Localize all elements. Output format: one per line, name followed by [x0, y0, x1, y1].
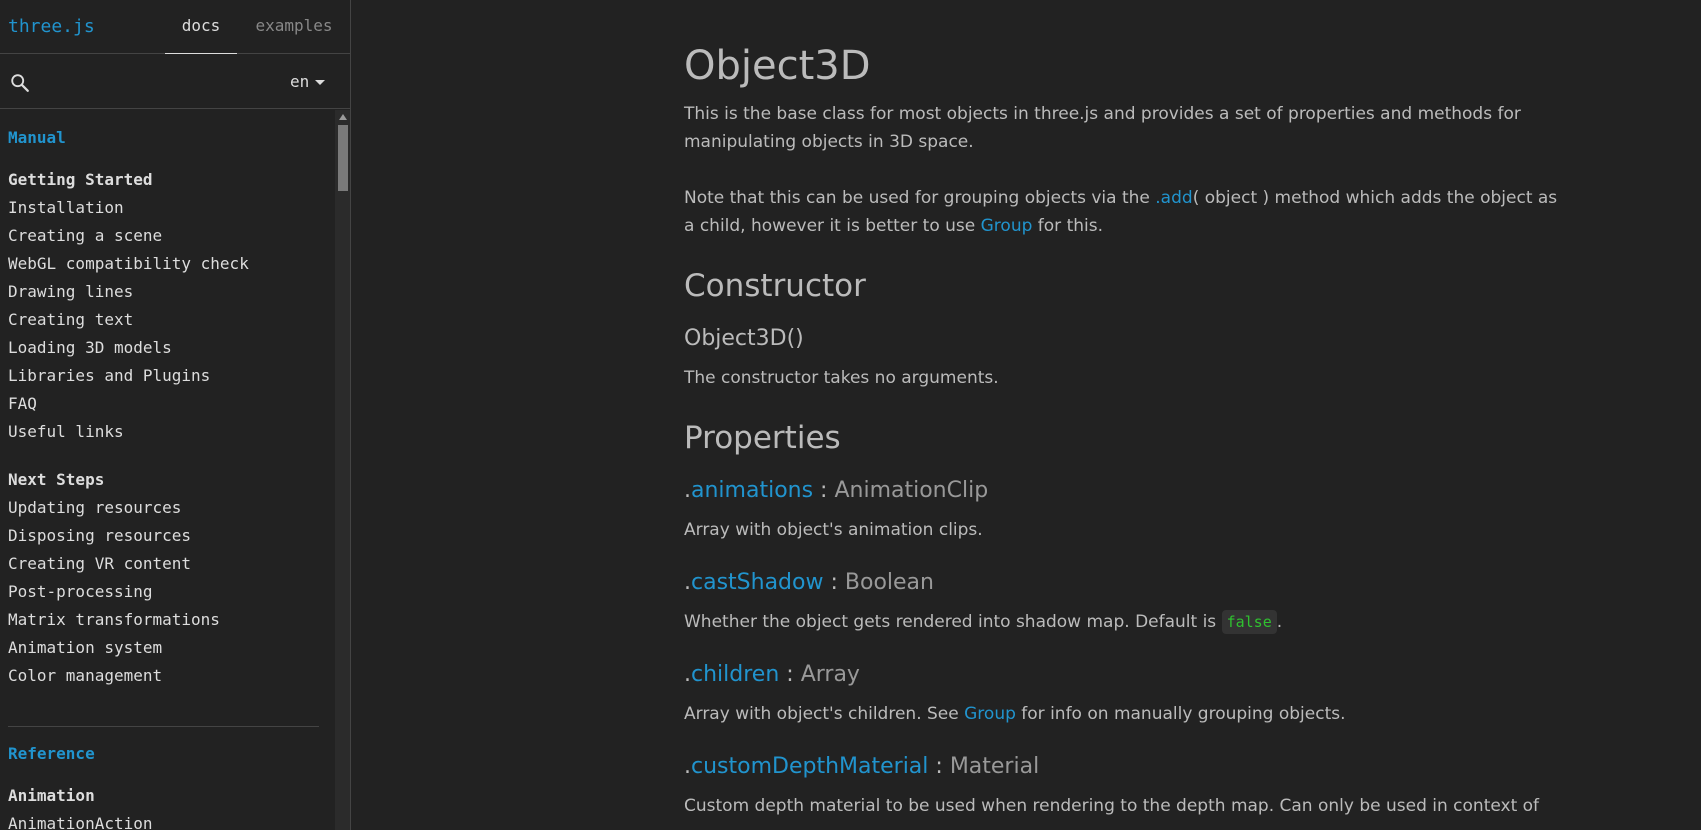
search-bar: en [0, 55, 350, 109]
property-heading: .customDepthMaterial : Material [684, 754, 1039, 779]
property-desc-text: for info on manually grouping objects. [1015, 704, 1346, 724]
property-name-link[interactable]: castShadow [691, 570, 823, 595]
search-input[interactable] [38, 67, 278, 97]
sidebar-divider [8, 726, 319, 727]
sidebar-section-reference[interactable]: Reference [8, 744, 95, 763]
sidebar-group-title: Next Steps [8, 470, 105, 489]
page-title: Object3D [684, 43, 871, 89]
sidebar-group-title: Animation [8, 786, 95, 805]
sidebar-item-disposing-resources[interactable]: Disposing resources [8, 526, 191, 545]
group-link[interactable]: Group [964, 704, 1016, 724]
property-heading: .animations : AnimationClip [684, 478, 988, 503]
sidebar-item-creating-a-scene[interactable]: Creating a scene [8, 226, 162, 245]
scroll-up-icon[interactable] [339, 114, 347, 120]
property-desc-text: . [1276, 612, 1283, 632]
property-description: Custom depth material to be used when re… [684, 796, 1540, 816]
property-type: AnimationClip [834, 478, 989, 503]
note-paragraph: Note that this can be used for grouping … [684, 184, 1564, 240]
property-separator: : [928, 754, 950, 779]
sidebar-item-useful-links[interactable]: Useful links [8, 422, 124, 441]
sidebar-item-color-management[interactable]: Color management [8, 666, 162, 685]
sidebar-item-post-processing[interactable]: Post-processing [8, 582, 153, 601]
sidebar-item-matrix-transformations[interactable]: Matrix transformations [8, 610, 220, 629]
note-text: Note that this can be used for grouping … [684, 188, 1156, 208]
sidebar-item-animation-system[interactable]: Animation system [8, 638, 162, 657]
language-value: en [290, 72, 310, 91]
property-heading: .castShadow : Boolean [684, 570, 934, 595]
property-dot: . [684, 754, 691, 779]
code-false: false [1221, 610, 1277, 634]
property-separator: : [823, 570, 845, 595]
intro-paragraph: This is the base class for most objects … [684, 104, 1521, 152]
sidebar-item-installation[interactable]: Installation [8, 198, 124, 217]
property-desc-text: Array with object's children. See [684, 704, 965, 724]
sidebar-item-updating-resources[interactable]: Updating resources [8, 498, 181, 517]
property-dot: . [684, 570, 691, 595]
language-select[interactable]: en [290, 72, 340, 94]
properties-heading: Properties [684, 420, 841, 456]
chevron-down-icon [315, 80, 326, 85]
scrollbar-thumb[interactable] [338, 125, 348, 191]
property-description: Array with object's children. See Group … [684, 700, 1564, 728]
property-dot: . [684, 662, 691, 687]
property-description: Whether the object gets rendered into sh… [684, 608, 1564, 636]
property-type: Boolean [844, 570, 934, 595]
sidebar-section-manual[interactable]: Manual [8, 128, 66, 147]
property-type: Material [949, 754, 1040, 779]
sidebar-header: three.js docs examples [0, 0, 350, 54]
tab-docs[interactable]: docs [165, 0, 237, 54]
sidebar-nav: Manual Getting Started Installation Crea… [0, 110, 335, 830]
constructor-heading: Constructor [684, 268, 866, 304]
property-name-link[interactable]: children [691, 662, 779, 687]
sidebar-item-libraries-plugins[interactable]: Libraries and Plugins [8, 366, 210, 385]
add-method-link[interactable]: .add [1155, 188, 1192, 208]
sidebar: three.js docs examples en Manual Getting… [0, 0, 351, 830]
property-dot: . [684, 478, 691, 503]
sidebar-item-loading-3d-models[interactable]: Loading 3D models [8, 338, 172, 357]
sidebar-item-creating-vr-content[interactable]: Creating VR content [8, 554, 191, 573]
sidebar-group-title: Getting Started [8, 170, 153, 189]
sidebar-item-faq[interactable]: FAQ [8, 394, 37, 413]
note-text: for this. [1032, 216, 1103, 236]
property-name-link[interactable]: animations [691, 478, 813, 503]
property-name-link[interactable]: customDepthMaterial [691, 754, 928, 779]
constructor-description: The constructor takes no arguments. [684, 368, 999, 388]
property-desc-text: Whether the object gets rendered into sh… [684, 612, 1222, 632]
property-type: Array [800, 662, 860, 687]
main-content: Object3D This is the base class for most… [352, 0, 1701, 830]
search-icon[interactable] [9, 72, 31, 94]
group-link[interactable]: Group [981, 216, 1033, 236]
constructor-signature: Object3D() [684, 326, 804, 351]
tab-examples[interactable]: examples [250, 0, 338, 54]
property-separator: : [813, 478, 835, 503]
sidebar-item-animation-action[interactable]: AnimationAction [8, 814, 153, 830]
property-description: Array with object's animation clips. [684, 520, 983, 540]
sidebar-scrollbar[interactable] [335, 110, 350, 830]
property-heading: .children : Array [684, 662, 860, 687]
sidebar-item-creating-text[interactable]: Creating text [8, 310, 133, 329]
property-separator: : [779, 662, 801, 687]
sidebar-item-webgl-check[interactable]: WebGL compatibility check [8, 254, 249, 273]
sidebar-item-drawing-lines[interactable]: Drawing lines [8, 282, 133, 301]
logo-link[interactable]: three.js [8, 16, 95, 37]
